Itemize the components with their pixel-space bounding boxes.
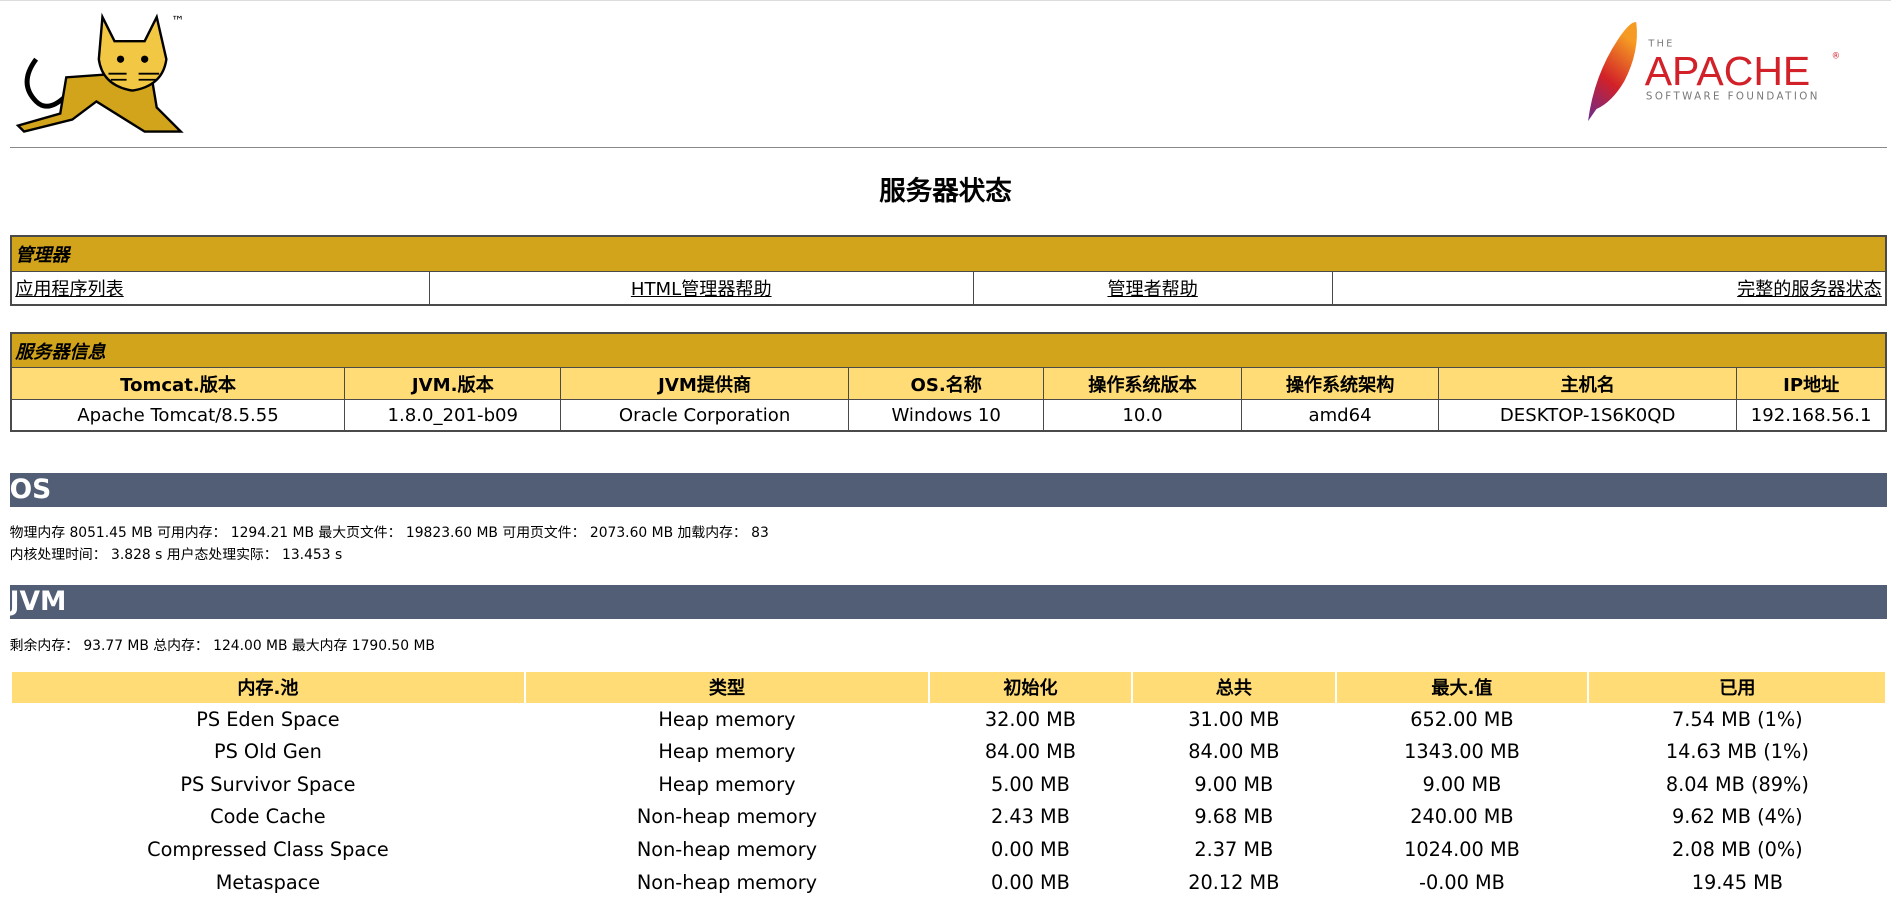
memory-pool-row: PS Old Gen Heap memory 84.00 MB 84.00 MB 134… xyxy=(12,736,1886,769)
memory-pool-cell: 9.62 MB (4%) xyxy=(1672,805,1803,829)
memory-pool-cell: 240.00 MB xyxy=(1410,805,1514,829)
memory-pool-cell: 2.43 MB xyxy=(990,805,1070,829)
memory-pool-cell: 0.00 MB xyxy=(990,838,1070,862)
os-cpu-line: 内核处理时间： 3.828 s 用户态处理实际： 13.453 s xyxy=(9,547,343,564)
server-info-value: 192.168.56.1 xyxy=(1735,399,1887,432)
memory-pool-row: Compressed Class Space Non-heap memory 0.0… xyxy=(12,833,1886,866)
server-info-value: 1.8.0_201-b09 xyxy=(344,399,562,432)
memory-pool-cell: 9.68 MB xyxy=(1194,805,1274,829)
memory-pool-cell: PS Old Gen xyxy=(213,740,322,764)
page-title: 服务器状态 xyxy=(879,175,1012,207)
memory-pool-cell: 1024.00 MB xyxy=(1404,838,1520,862)
memory-pool-cell: Heap memory xyxy=(658,740,796,764)
memory-pool-cell: 32.00 MB xyxy=(984,707,1077,731)
memory-pool-cell: 5.00 MB xyxy=(990,772,1070,796)
server-info-value: DESKTOP-1S6K0QD xyxy=(1438,399,1737,432)
memory-pool-cell: PS Survivor Space xyxy=(180,772,356,796)
memory-pool-cell: Heap memory xyxy=(658,772,796,796)
link-complete-server-status[interactable]: 完整的服务器状态 xyxy=(1737,279,1882,300)
memory-pool-cell: 9.00 MB xyxy=(1194,772,1274,796)
memory-pool-row: PS Eden Space Heap memory 32.00 MB 31.00 MB… xyxy=(12,703,1886,736)
server-info-table: 服务器信息 Tomcat.版本 JVM.版本 JVM提供商 OS.名称 操作系统版本 操作… xyxy=(9,331,1888,433)
memory-pool-cell: 8.04 MB (89%) xyxy=(1665,772,1809,796)
server-info-value: Oracle Corporation xyxy=(560,399,850,432)
tomcat-logo[interactable]: ™ xyxy=(12,11,193,134)
memory-pool-cell: 84.00 MB xyxy=(1188,740,1280,764)
svg-text:®: ® xyxy=(1832,51,1840,61)
trademark: ™ xyxy=(171,14,184,29)
memory-pool-cell: 31.00 MB xyxy=(1188,707,1280,731)
os-section-header: OS xyxy=(9,472,1888,507)
server-info-header: 主机名 xyxy=(1438,367,1737,401)
memory-pool-cell: 14.63 MB (1%) xyxy=(1665,740,1809,764)
memory-pools-table: 内存.池 类型 初始化 总共 最大.值 已用 PS Eden Space Heap memo… xyxy=(10,671,1888,898)
jvm-section-header: JVM xyxy=(9,584,1888,619)
server-info-header: JVM提供商 xyxy=(560,367,850,401)
memory-pool-row: Metaspace Non-heap memory 0.00 MB 20.12 MB -… xyxy=(12,866,1886,898)
os-memory-line: 物理内存 8051.45 MB 可用内存： 1294.21 MB 最大页文件： … xyxy=(9,525,769,542)
server-info-header: JVM.版本 xyxy=(344,367,562,401)
memory-pool-cell: 2.37 MB xyxy=(1194,838,1274,862)
server-info-header: Tomcat.版本 xyxy=(10,367,346,401)
memory-pool-cell: Compressed Class Space xyxy=(147,838,389,862)
memory-pool-row: PS Survivor Space Heap memory 5.00 MB 9.00 … xyxy=(12,768,1886,801)
server-info-value: Windows 10 xyxy=(848,399,1045,432)
server-info-value: Apache Tomcat/8.5.55 xyxy=(10,399,346,432)
memory-pool-cell: -0.00 MB xyxy=(1419,870,1505,894)
memory-pool-header: 最大.值 xyxy=(1336,671,1588,704)
server-info-header: IP地址 xyxy=(1735,367,1887,401)
memory-pool-cell: 7.54 MB (1%) xyxy=(1672,707,1803,731)
server-info-value: amd64 xyxy=(1240,399,1440,432)
memory-pool-cell: 20.12 MB xyxy=(1188,870,1280,894)
memory-pool-cell: Code Cache xyxy=(210,805,326,829)
memory-pool-cell: Heap memory xyxy=(658,707,796,731)
memory-pool-cell: Non-heap memory xyxy=(636,870,818,894)
memory-pool-header: 总共 xyxy=(1133,671,1335,704)
memory-pool-cell: PS Eden Space xyxy=(196,707,340,731)
memory-pool-cell: 9.00 MB xyxy=(1422,772,1502,796)
memory-pool-cell: Non-heap memory xyxy=(636,838,818,862)
memory-pool-cell: 652.00 MB xyxy=(1410,707,1514,731)
link-app-list[interactable]: 应用程序列表 xyxy=(15,279,123,300)
memory-pool-header: 类型 xyxy=(526,671,928,704)
apache-logo[interactable]: THE APACHE ® SOFTWARE FOUNDATION xyxy=(1582,15,1847,124)
svg-text:SOFTWARE FOUNDATION: SOFTWARE FOUNDATION xyxy=(1646,91,1820,103)
svg-text:APACHE: APACHE xyxy=(1645,48,1811,94)
server-info-header: OS.名称 xyxy=(848,367,1045,401)
memory-pool-header: 初始化 xyxy=(929,671,1132,704)
memory-pool-header: 已用 xyxy=(1589,671,1886,704)
memory-pool-cell: 2.08 MB (0%) xyxy=(1672,838,1803,862)
server-info-header: 操作系统版本 xyxy=(1043,367,1242,401)
memory-pool-cell: Non-heap memory xyxy=(636,805,818,829)
link-html-manager-help[interactable]: HTML管理器帮助 xyxy=(631,279,772,300)
header: ™ THE APACHE ® SOFTWARE FOUNDATION xyxy=(0,1,1891,148)
jvm-memory-line: 剩余内存： 93.77 MB 总内存： 124.00 MB 最大内存 1790.… xyxy=(9,637,435,654)
memory-pool-cell: 0.00 MB xyxy=(990,870,1070,894)
memory-pool-cell: 19.45 MB xyxy=(1691,870,1783,894)
memory-pool-cell: Metaspace xyxy=(215,870,321,894)
divider xyxy=(9,147,1888,148)
manager-table: 管理器 应用程序列表 HTML管理器帮助 管理者帮助 完整的服务器状态 xyxy=(9,235,1888,307)
os-info: 物理内存 8051.45 MB 可用内存： 1294.21 MB 最大页文件： … xyxy=(10,523,769,566)
memory-pool-cell: 84.00 MB xyxy=(984,740,1077,764)
memory-pool-header: 内存.池 xyxy=(11,671,525,704)
link-manager-help[interactable]: 管理者帮助 xyxy=(1107,279,1197,300)
server-info-header: 操作系统架构 xyxy=(1240,367,1440,401)
memory-pool-cell: 1343.00 MB xyxy=(1404,740,1520,764)
server-info-value: 10.0 xyxy=(1043,399,1242,432)
manager-title: 管理器 xyxy=(10,235,1887,272)
memory-pool-row: Code Cache Non-heap memory 2.43 MB 9.68 MB 2… xyxy=(12,801,1886,834)
server-info-title: 服务器信息 xyxy=(10,332,1887,369)
